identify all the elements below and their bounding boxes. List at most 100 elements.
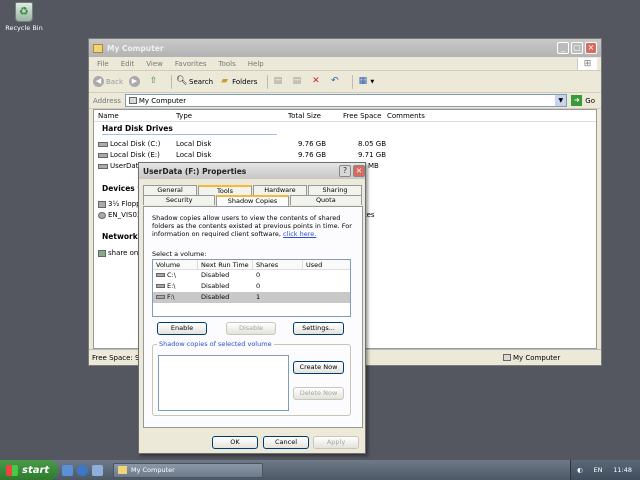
disable-button[interactable]: Disable [226,322,276,335]
taskbar-item-label: My Computer [131,466,175,474]
hard-disk-icon [98,141,108,147]
speaker-icon[interactable]: ◐ [577,466,583,474]
tab-hardware[interactable]: Hardware [253,185,307,195]
dialog-titlebar[interactable]: UserData (F:) Properties ? × [139,163,365,179]
col-type[interactable]: Type [176,112,192,120]
volume-name: C:\ [167,271,176,279]
volume-row[interactable]: E:\ Disabled 0 [153,281,350,292]
volume-row-selected[interactable]: F:\ Disabled 1 [153,292,350,303]
toolbar-separator [267,74,269,89]
close-button[interactable]: × [585,42,597,54]
computer-icon [503,354,511,361]
col-shares[interactable]: Shares [253,260,303,269]
volume-list[interactable]: Volume Next Run Time Shares Used C:\ Dis… [152,259,351,317]
address-dropdown-icon[interactable]: ▼ [555,95,567,106]
dialog-title: UserData (F:) Properties [143,166,247,176]
quick-launch-icon[interactable] [92,464,103,476]
drive-type: Local Disk [176,140,212,148]
folders-icon: ▰ [221,76,229,86]
col-name[interactable]: Name [98,112,119,120]
minimize-button[interactable]: _ [557,42,569,54]
volume-next-run: Disabled [201,282,230,290]
address-bar: Address My Computer ▼ ➜ Go [89,93,601,109]
drive-type: Local Disk [176,151,212,159]
delete-now-button[interactable]: Delete Now [293,387,344,400]
internet-explorer-icon[interactable] [77,464,88,476]
language-indicator[interactable]: EN [593,466,602,474]
maximize-button[interactable]: □ [571,42,583,54]
apply-button[interactable]: Apply [313,436,359,449]
tab-quota[interactable]: Quota [289,195,362,205]
up-folder-icon: ⇧ [149,76,158,86]
device-name: EN_VIS03 [108,211,142,219]
address-value: My Computer [138,96,187,105]
recycle-bin-label: Recycle Bin [5,24,43,32]
menu-file[interactable]: File [97,60,109,68]
status-location-label: My Computer [513,353,561,362]
views-button[interactable]: ▦ ▼ [357,76,375,87]
forward-button[interactable]: ▶ [129,76,142,87]
tab-shadow-copies[interactable]: Shadow Copies [216,195,289,206]
drive-free: 8.05 GB [358,140,387,148]
volume-shares: 1 [256,293,261,301]
explorer-titlebar[interactable]: My Computer _ □ × [89,39,601,57]
cd-drive-icon [98,211,106,219]
col-used[interactable]: Used [303,260,350,269]
help-button[interactable]: ? [339,165,351,177]
menu-edit[interactable]: Edit [121,60,135,68]
move-to-button[interactable]: ▤ [272,76,285,87]
create-now-button[interactable]: Create Now [293,361,344,374]
col-comments[interactable]: Comments [387,112,425,120]
col-total-size[interactable]: Total Size [288,112,321,120]
start-button[interactable]: start [0,460,58,480]
delete-button[interactable]: ✕ [310,76,323,87]
tab-strip: General Tools Hardware Sharing Security … [143,185,363,206]
copy-to-button[interactable]: ▤ [291,76,304,87]
menu-help[interactable]: Help [248,60,264,68]
clock[interactable]: 11:48 [613,466,632,474]
col-free-space[interactable]: Free Space [343,112,381,120]
col-next-run-time[interactable]: Next Run Time [198,260,253,269]
volume-row[interactable]: C:\ Disabled 0 [153,270,350,281]
address-input[interactable]: My Computer ▼ [124,94,568,107]
up-button[interactable]: ⇧ [148,76,161,87]
system-tray: ◐ EN 11:48 [570,460,640,480]
tab-sharing[interactable]: Sharing [308,185,362,195]
volume-list-header: Volume Next Run Time Shares Used [153,260,350,270]
tab-general[interactable]: General [143,185,197,195]
network-drive-icon [98,249,106,257]
views-icon: ▦ [358,76,368,86]
search-button[interactable]: 🔍︎ Search [176,76,213,87]
go-button[interactable]: ➜ Go [571,95,595,106]
click-here-link[interactable]: click here. [283,230,316,238]
drive-name: Local Disk (E:) [110,151,160,159]
ok-button[interactable]: OK [212,436,258,449]
dialog-close-button[interactable]: × [353,165,365,177]
address-label: Address [93,96,121,105]
status-location: My Computer [503,354,560,362]
tab-tools[interactable]: Tools [198,185,252,195]
col-volume[interactable]: Volume [153,260,198,269]
recycle-bin-desktop-icon[interactable]: Recycle Bin [4,2,44,32]
show-desktop-icon[interactable] [62,464,73,476]
undo-button[interactable]: ↶ [329,76,342,87]
volume-name: E:\ [167,282,176,290]
section-hard-disk-drives: Hard Disk Drives [102,124,173,133]
cancel-button[interactable]: Cancel [263,436,309,449]
drive-row[interactable]: Local Disk (C:) Local Disk 9.76 GB 8.05 … [98,140,596,151]
settings-button[interactable]: Settings... [293,322,344,335]
menu-favorites[interactable]: Favorites [175,60,207,68]
volume-next-run: Disabled [201,271,230,279]
start-label: start [22,464,50,476]
drive-row[interactable]: Local Disk (E:) Local Disk 9.76 GB 9.71 … [98,151,596,162]
back-button[interactable]: ◀ Back [93,76,123,87]
taskbar-my-computer[interactable]: My Computer [113,462,263,478]
shadow-copies-list[interactable] [158,355,289,411]
taskbar: start My Computer ◐ EN 11:48 [0,460,640,480]
menu-view[interactable]: View [146,60,163,68]
enable-button[interactable]: Enable [157,322,207,335]
menu-tools[interactable]: Tools [219,60,236,68]
tab-security[interactable]: Security [143,195,216,205]
folders-button[interactable]: ▰ Folders [219,76,257,87]
windows-flag-icon [6,464,18,476]
